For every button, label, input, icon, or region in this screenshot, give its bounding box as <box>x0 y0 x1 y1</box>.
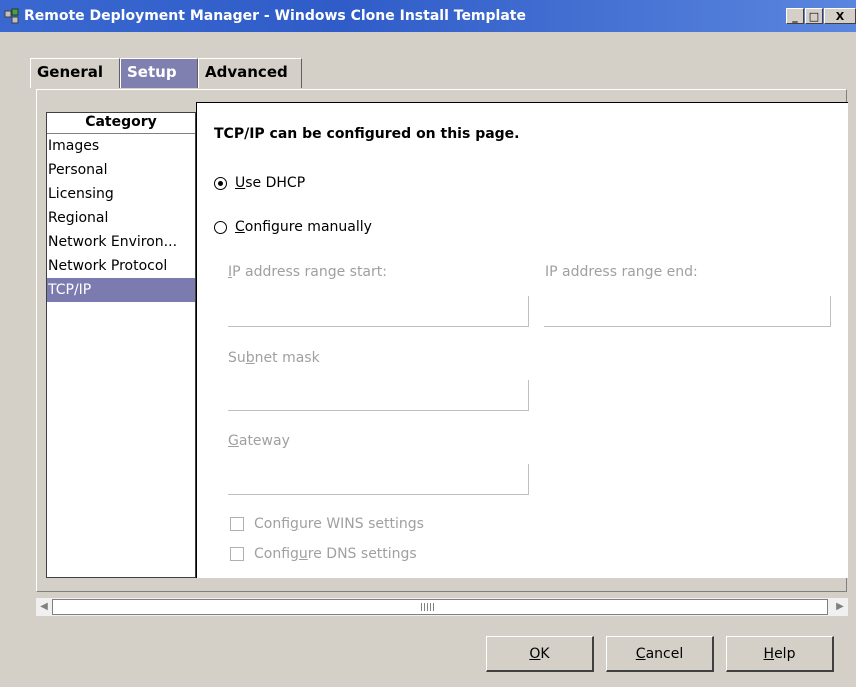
scrollbar-thumb[interactable] <box>52 599 828 615</box>
category-item-tcpip[interactable]: TCP/IP <box>47 278 195 302</box>
grip-icon <box>421 603 435 611</box>
category-header: Category <box>47 113 195 134</box>
use-dhcp-radio[interactable]: Use DHCP <box>214 173 305 193</box>
subnet-mask-label: Subnet mask <box>228 350 320 366</box>
gateway-input[interactable] <box>228 464 529 495</box>
use-dhcp-label: Use DHCP <box>235 175 306 191</box>
tab-setup[interactable]: Setup <box>120 58 198 88</box>
ok-button[interactable]: OK <box>486 636 594 672</box>
app-icon <box>4 8 19 24</box>
ip-start-label: IP address range start: <box>228 264 387 280</box>
configure-manually-radio[interactable]: Configure manually <box>214 217 372 237</box>
maximize-icon[interactable]: □ <box>805 8 823 24</box>
close-icon[interactable]: X <box>824 8 856 24</box>
page-heading: TCP/IP can be configured on this page. <box>214 126 520 142</box>
category-item-regional[interactable]: Regional <box>47 206 195 230</box>
configure-dns-label: Configure DNS settings <box>254 546 417 562</box>
tab-setup-label: Setup <box>127 63 177 81</box>
category-item-images[interactable]: Images <box>47 134 195 158</box>
category-item-network-environment[interactable]: Network Environ... <box>47 230 195 254</box>
cancel-button[interactable]: Cancel <box>606 636 714 672</box>
configure-wins-label: Configure WINS settings <box>254 516 424 532</box>
tab-general[interactable]: General <box>30 58 120 88</box>
radio-selected-icon <box>214 176 227 190</box>
horizontal-scrollbar[interactable]: ◀ ▶ <box>36 598 848 616</box>
tab-advanced-label: Advanced <box>205 63 288 81</box>
tab-general-label: General <box>37 63 103 81</box>
gateway-label: Gateway <box>228 433 290 449</box>
window-title: Remote Deployment Manager - Windows Clon… <box>24 8 526 24</box>
help-button[interactable]: Help <box>726 636 834 672</box>
category-item-network-protocol[interactable]: Network Protocol <box>47 254 195 278</box>
ip-start-input[interactable] <box>228 296 529 327</box>
subnet-mask-input[interactable] <box>228 380 529 411</box>
category-list[interactable]: Category Images Personal Licensing Regio… <box>46 112 196 578</box>
ip-end-input[interactable] <box>544 296 831 327</box>
minimize-icon[interactable]: _ <box>786 8 804 24</box>
configure-dns-checkbox[interactable]: Configure DNS settings <box>230 546 417 562</box>
ip-end-label: IP address range end: <box>545 264 698 280</box>
category-item-licensing[interactable]: Licensing <box>47 182 195 206</box>
configure-wins-checkbox[interactable]: Configure WINS settings <box>230 516 424 532</box>
window-titlebar[interactable]: Remote Deployment Manager - Windows Clon… <box>0 0 856 32</box>
scroll-right-icon[interactable]: ▶ <box>832 598 848 616</box>
scroll-left-icon[interactable]: ◀ <box>36 598 52 616</box>
checkbox-unchecked-icon <box>230 547 244 561</box>
radio-unselected-icon <box>214 220 227 234</box>
checkbox-unchecked-icon <box>230 517 244 531</box>
tab-advanced[interactable]: Advanced <box>198 58 302 88</box>
category-item-personal[interactable]: Personal <box>47 158 195 182</box>
configure-manually-label: Configure manually <box>235 219 372 235</box>
